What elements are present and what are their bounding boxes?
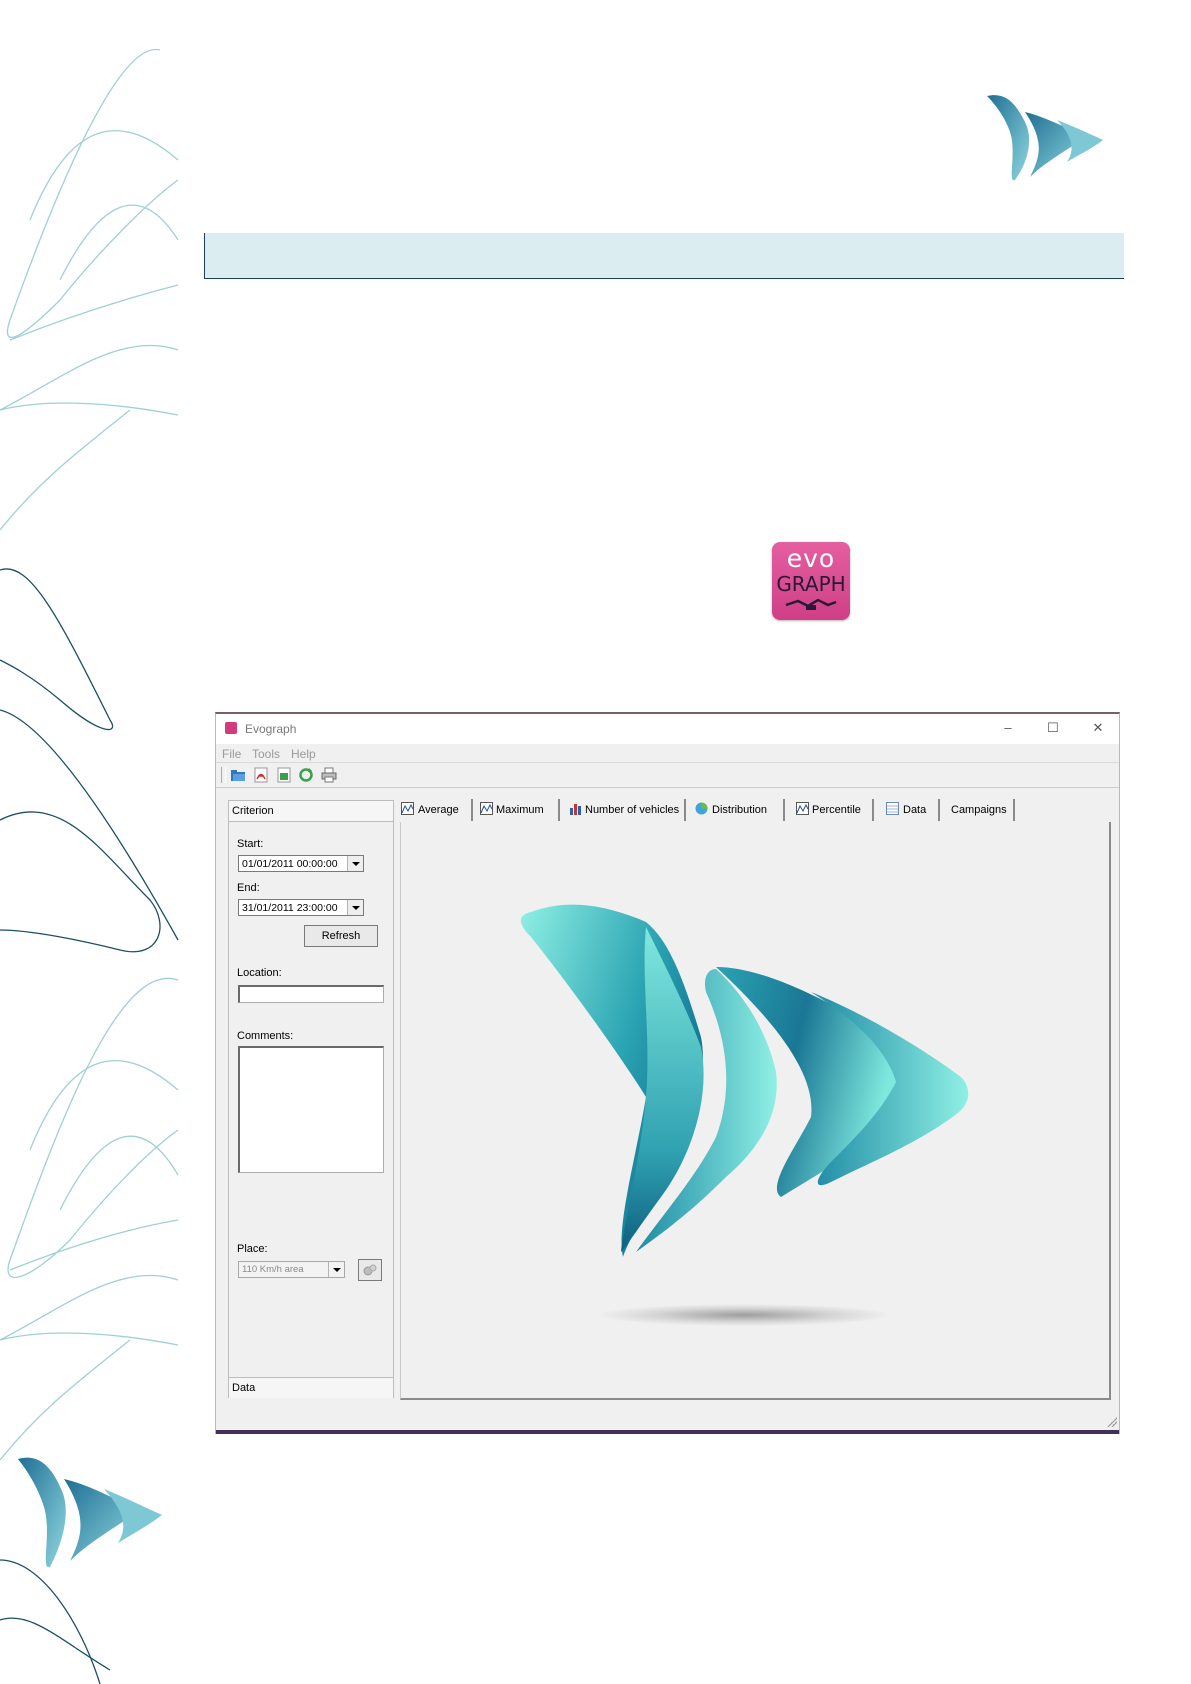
location-input[interactable] bbox=[238, 985, 384, 1003]
app-icon bbox=[225, 722, 237, 734]
logo-shadow bbox=[599, 1304, 889, 1326]
tab-data-label: Data bbox=[903, 804, 927, 816]
tab-number-of-vehicles-label: Number of vehicles bbox=[585, 804, 680, 816]
tab-average-label: Average bbox=[418, 804, 459, 816]
line-chart-icon bbox=[480, 802, 493, 815]
open-folder-icon[interactable] bbox=[230, 767, 246, 783]
toolbar-grip[interactable] bbox=[221, 767, 226, 783]
table-icon bbox=[886, 802, 899, 815]
icon-text-evo: evo bbox=[786, 544, 836, 573]
comments-textarea[interactable] bbox=[238, 1046, 384, 1173]
menu-bar: File Tools Help bbox=[216, 744, 1119, 763]
tab-distribution[interactable]: Distribution bbox=[686, 799, 785, 821]
menu-help[interactable]: Help bbox=[291, 747, 316, 761]
comments-label: Comments: bbox=[237, 1030, 294, 1042]
maximize-button[interactable]: ☐ bbox=[1043, 719, 1063, 737]
tab-percentile-label: Percentile bbox=[812, 804, 861, 816]
taskbar-strip bbox=[216, 1430, 1119, 1434]
evograph-window: Evograph – ☐ ✕ File Tools Help Criterion… bbox=[215, 712, 1120, 1434]
pie-chart-icon bbox=[695, 802, 708, 815]
line-chart-icon bbox=[401, 802, 414, 815]
refresh-icon[interactable] bbox=[298, 767, 314, 783]
end-label: End: bbox=[237, 882, 260, 894]
toolbar bbox=[216, 763, 1119, 788]
bar-chart-icon bbox=[570, 804, 581, 815]
menu-file[interactable]: File bbox=[222, 747, 241, 761]
start-label: Start: bbox=[237, 838, 264, 850]
chart-glyph-icon bbox=[785, 598, 837, 610]
chart-tabs: Average Maximum Number of vehicles Distr… bbox=[399, 799, 1119, 822]
place-select[interactable]: 110 Km/h area bbox=[238, 1261, 345, 1278]
close-button[interactable]: ✕ bbox=[1088, 719, 1108, 737]
brand-logo-icon bbox=[18, 1457, 162, 1568]
refresh-button[interactable]: Refresh bbox=[304, 925, 378, 947]
title-bar[interactable]: Evograph – ☐ ✕ bbox=[216, 714, 1119, 744]
chart-area bbox=[400, 822, 1111, 1400]
brand-logo-icon bbox=[987, 95, 1103, 181]
icon-text-graph: GRAPH bbox=[776, 572, 846, 596]
line-chart-icon bbox=[796, 802, 809, 815]
export-image-icon[interactable] bbox=[276, 767, 292, 783]
criterion-title: Criterion bbox=[232, 805, 274, 817]
tab-average[interactable]: Average bbox=[399, 799, 473, 821]
pdf-icon[interactable] bbox=[253, 767, 269, 783]
place-settings-button[interactable] bbox=[358, 1259, 382, 1281]
start-date-picker[interactable]: 01/01/2011 00:00:00 bbox=[238, 855, 364, 872]
tab-data[interactable]: Data bbox=[874, 799, 940, 821]
criterion-header: Criterion bbox=[229, 801, 393, 822]
evograph-app-icon: evo GRAPH bbox=[772, 542, 850, 620]
menu-tools[interactable]: Tools bbox=[252, 747, 280, 761]
tab-campaigns-label: Campaigns bbox=[951, 804, 1007, 816]
brand-logo-icon bbox=[520, 904, 969, 1257]
tab-maximum[interactable]: Maximum bbox=[473, 799, 560, 821]
minimize-button[interactable]: – bbox=[998, 719, 1018, 737]
place-value: 110 Km/h area bbox=[242, 1264, 304, 1275]
place-label: Place: bbox=[237, 1243, 268, 1255]
resize-grip[interactable] bbox=[1107, 1417, 1117, 1427]
tab-campaigns[interactable]: Campaigns bbox=[940, 799, 1015, 821]
end-date-picker[interactable]: 31/01/2011 23:00:00 bbox=[238, 899, 364, 916]
section-header-band bbox=[204, 233, 1124, 279]
tab-maximum-label: Maximum bbox=[496, 804, 544, 816]
window-title: Evograph bbox=[245, 722, 297, 736]
end-date-value: 31/01/2011 23:00:00 bbox=[242, 902, 338, 914]
tab-percentile[interactable]: Percentile bbox=[785, 799, 874, 821]
chevron-down-icon[interactable] bbox=[347, 900, 363, 915]
decorative-curves bbox=[0, 48, 179, 1684]
print-icon[interactable] bbox=[321, 767, 337, 783]
start-date-value: 01/01/2011 00:00:00 bbox=[242, 858, 338, 870]
gears-icon bbox=[363, 1264, 377, 1276]
location-label: Location: bbox=[237, 967, 282, 979]
chevron-down-icon[interactable] bbox=[328, 1262, 344, 1277]
chevron-down-icon[interactable] bbox=[347, 856, 363, 871]
criterion-panel: Criterion Start: 01/01/2011 00:00:00 End… bbox=[228, 800, 394, 1398]
tab-distribution-label: Distribution bbox=[712, 804, 768, 816]
tab-number-of-vehicles[interactable]: Number of vehicles bbox=[560, 799, 686, 821]
data-footer: Data bbox=[229, 1377, 393, 1398]
data-footer-label: Data bbox=[232, 1382, 256, 1394]
